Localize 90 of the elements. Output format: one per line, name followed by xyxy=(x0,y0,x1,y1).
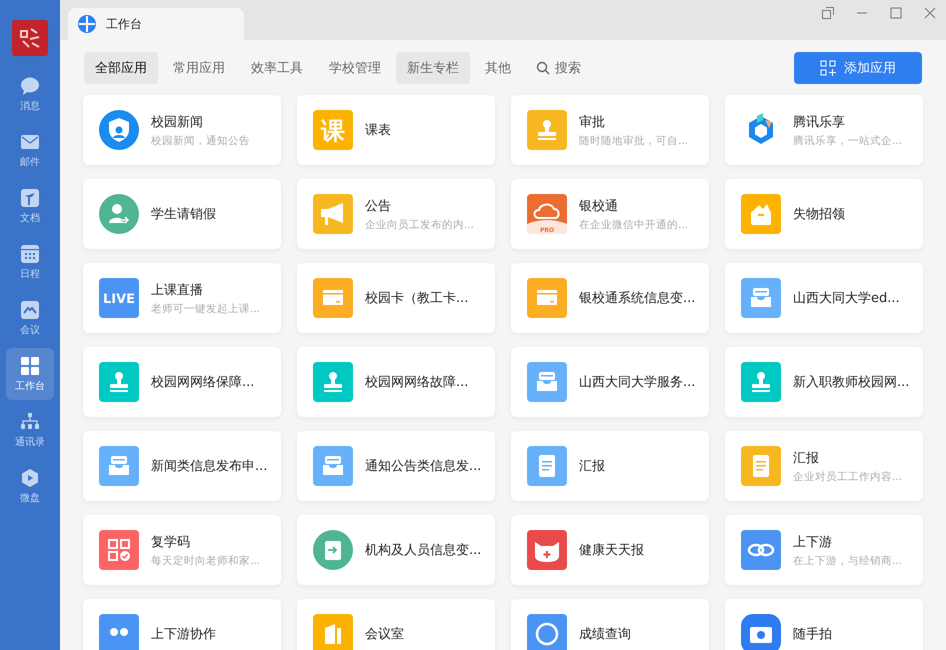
add-app-button[interactable]: 添加应用 xyxy=(794,52,922,84)
sidebar-item[interactable]: 工作台 xyxy=(6,348,54,400)
add-grid-icon xyxy=(820,60,836,76)
search-icon xyxy=(536,61,550,75)
pin-window-icon[interactable] xyxy=(822,7,834,19)
app-title: 腾讯乐享 xyxy=(793,114,846,130)
app-title: 上下游 xyxy=(793,534,833,550)
app-title: 汇报 xyxy=(793,450,820,466)
app-description: 在上下游，与经销商... xyxy=(793,554,902,568)
app-card[interactable]: 成绩查询 xyxy=(511,599,709,650)
app-card[interactable]: 健康天天报 xyxy=(511,515,709,585)
app-card[interactable]: 新闻类信息发布申... xyxy=(83,431,281,501)
app-description: 腾讯乐享，一站式企... xyxy=(793,134,902,148)
app-title: 公告 xyxy=(365,198,392,214)
app-title: 山西大同大学服务... xyxy=(579,374,696,391)
app-description: 校园新闻，通知公告 xyxy=(151,134,250,148)
app-card[interactable]: LIVE 上课直播 老师可一键发起上课... xyxy=(83,263,281,333)
app-card[interactable]: 银校通系统信息变... xyxy=(511,263,709,333)
search-button[interactable]: 搜索 xyxy=(526,52,591,84)
doc-icon xyxy=(20,188,40,208)
app-card[interactable]: 失物招领 xyxy=(725,179,923,249)
app-title: 新入职教师校园网... xyxy=(793,374,910,391)
filter-tab[interactable]: 常用应用 xyxy=(162,52,236,84)
drive-icon xyxy=(20,468,40,488)
app-card[interactable]: 会议室 xyxy=(297,599,495,650)
workbench-logo-icon xyxy=(78,15,96,33)
app-description: 随时随地审批，可自... xyxy=(579,134,688,148)
app-title: 山西大同大学ed... xyxy=(793,290,900,307)
filter-tab[interactable]: 效率工具 xyxy=(240,52,314,84)
app-title: 成绩查询 xyxy=(579,626,631,643)
chat-icon xyxy=(20,76,40,96)
app-description: 每天定时向老师和家... xyxy=(151,554,260,568)
app-description: 企业对员工工作内容... xyxy=(793,470,902,484)
app-title: 校园网网络故障... xyxy=(365,374,468,391)
app-title: 上下游协作 xyxy=(151,626,216,643)
meeting-icon xyxy=(20,300,40,320)
app-card[interactable]: 机构及人员信息变... xyxy=(297,515,495,585)
app-card[interactable]: 通知公告类信息发... xyxy=(297,431,495,501)
app-title: 校园网网络保障... xyxy=(151,374,254,391)
app-description: 企业向员工发布的内... xyxy=(365,218,474,232)
app-title: 银校通系统信息变... xyxy=(579,290,696,307)
app-card[interactable]: 随手拍 xyxy=(725,599,923,650)
close-icon[interactable] xyxy=(924,7,936,19)
app-title: 复学码 xyxy=(151,534,191,550)
text-logo-icon: LIVE xyxy=(99,278,139,318)
text-logo-icon: 课 xyxy=(313,110,353,150)
app-description: 在企业微信中开通的... xyxy=(579,218,688,232)
app-title: 校园新闻 xyxy=(151,114,204,130)
app-card[interactable]: 上下游协作 xyxy=(83,599,281,650)
app-title: 汇报 xyxy=(579,458,605,475)
filter-tab[interactable]: 全部应用 xyxy=(84,52,158,84)
app-card[interactable]: 学生请销假 xyxy=(83,179,281,249)
workbench-icon xyxy=(20,356,40,376)
app-title: 课表 xyxy=(365,122,391,139)
app-title: 会议室 xyxy=(365,626,404,643)
app-card[interactable]: 校园网网络故障... xyxy=(297,347,495,417)
app-card[interactable]: 复学码 每天定时向老师和家... xyxy=(83,515,281,585)
app-card[interactable]: 公告 企业向员工发布的内... xyxy=(297,179,495,249)
app-card[interactable]: 山西大同大学服务... xyxy=(511,347,709,417)
filter-tab[interactable]: 其他 xyxy=(474,52,522,84)
org-icon xyxy=(20,412,40,432)
app-title: 上课直播 xyxy=(151,282,204,298)
app-logo[interactable] xyxy=(12,20,48,56)
filter-tab[interactable]: 学校管理 xyxy=(318,52,392,84)
app-card[interactable]: 新入职教师校园网... xyxy=(725,347,923,417)
app-card[interactable]: 汇报 xyxy=(511,431,709,501)
app-card[interactable]: 课 课表 xyxy=(297,95,495,165)
app-title: 健康天天报 xyxy=(579,542,644,559)
app-card[interactable]: 校园新闻 校园新闻，通知公告 xyxy=(83,95,281,165)
app-card[interactable]: 上下游 在上下游，与经销商... xyxy=(725,515,923,585)
app-title: 学生请销假 xyxy=(151,206,216,223)
app-card[interactable]: 校园网网络保障... xyxy=(83,347,281,417)
app-card[interactable]: 腾讯乐享 腾讯乐享，一站式企... xyxy=(725,95,923,165)
app-title: 审批 xyxy=(579,114,606,130)
app-card[interactable]: 校园卡（教工卡... xyxy=(297,263,495,333)
app-title: 通知公告类信息发... xyxy=(365,458,482,475)
filter-tab[interactable]: 新生专栏 xyxy=(396,52,470,84)
app-card[interactable]: 汇报 企业对员工工作内容... xyxy=(725,431,923,501)
app-card[interactable]: 山西大同大学ed... xyxy=(725,263,923,333)
app-title: 失物招领 xyxy=(793,206,845,223)
app-title: 随手拍 xyxy=(793,626,832,643)
app-title: 新闻类信息发布申... xyxy=(151,458,268,475)
app-card[interactable]: 审批 随时随地审批，可自... xyxy=(511,95,709,165)
app-description: 老师可一键发起上课... xyxy=(151,302,260,316)
maximize-icon[interactable] xyxy=(890,7,902,19)
window-tab[interactable]: 工作台 xyxy=(68,8,244,40)
app-title: 校园卡（教工卡... xyxy=(365,290,468,307)
app-title: 银校通 xyxy=(579,198,619,214)
calendar-icon xyxy=(20,244,40,264)
app-title: 机构及人员信息变... xyxy=(365,542,482,559)
